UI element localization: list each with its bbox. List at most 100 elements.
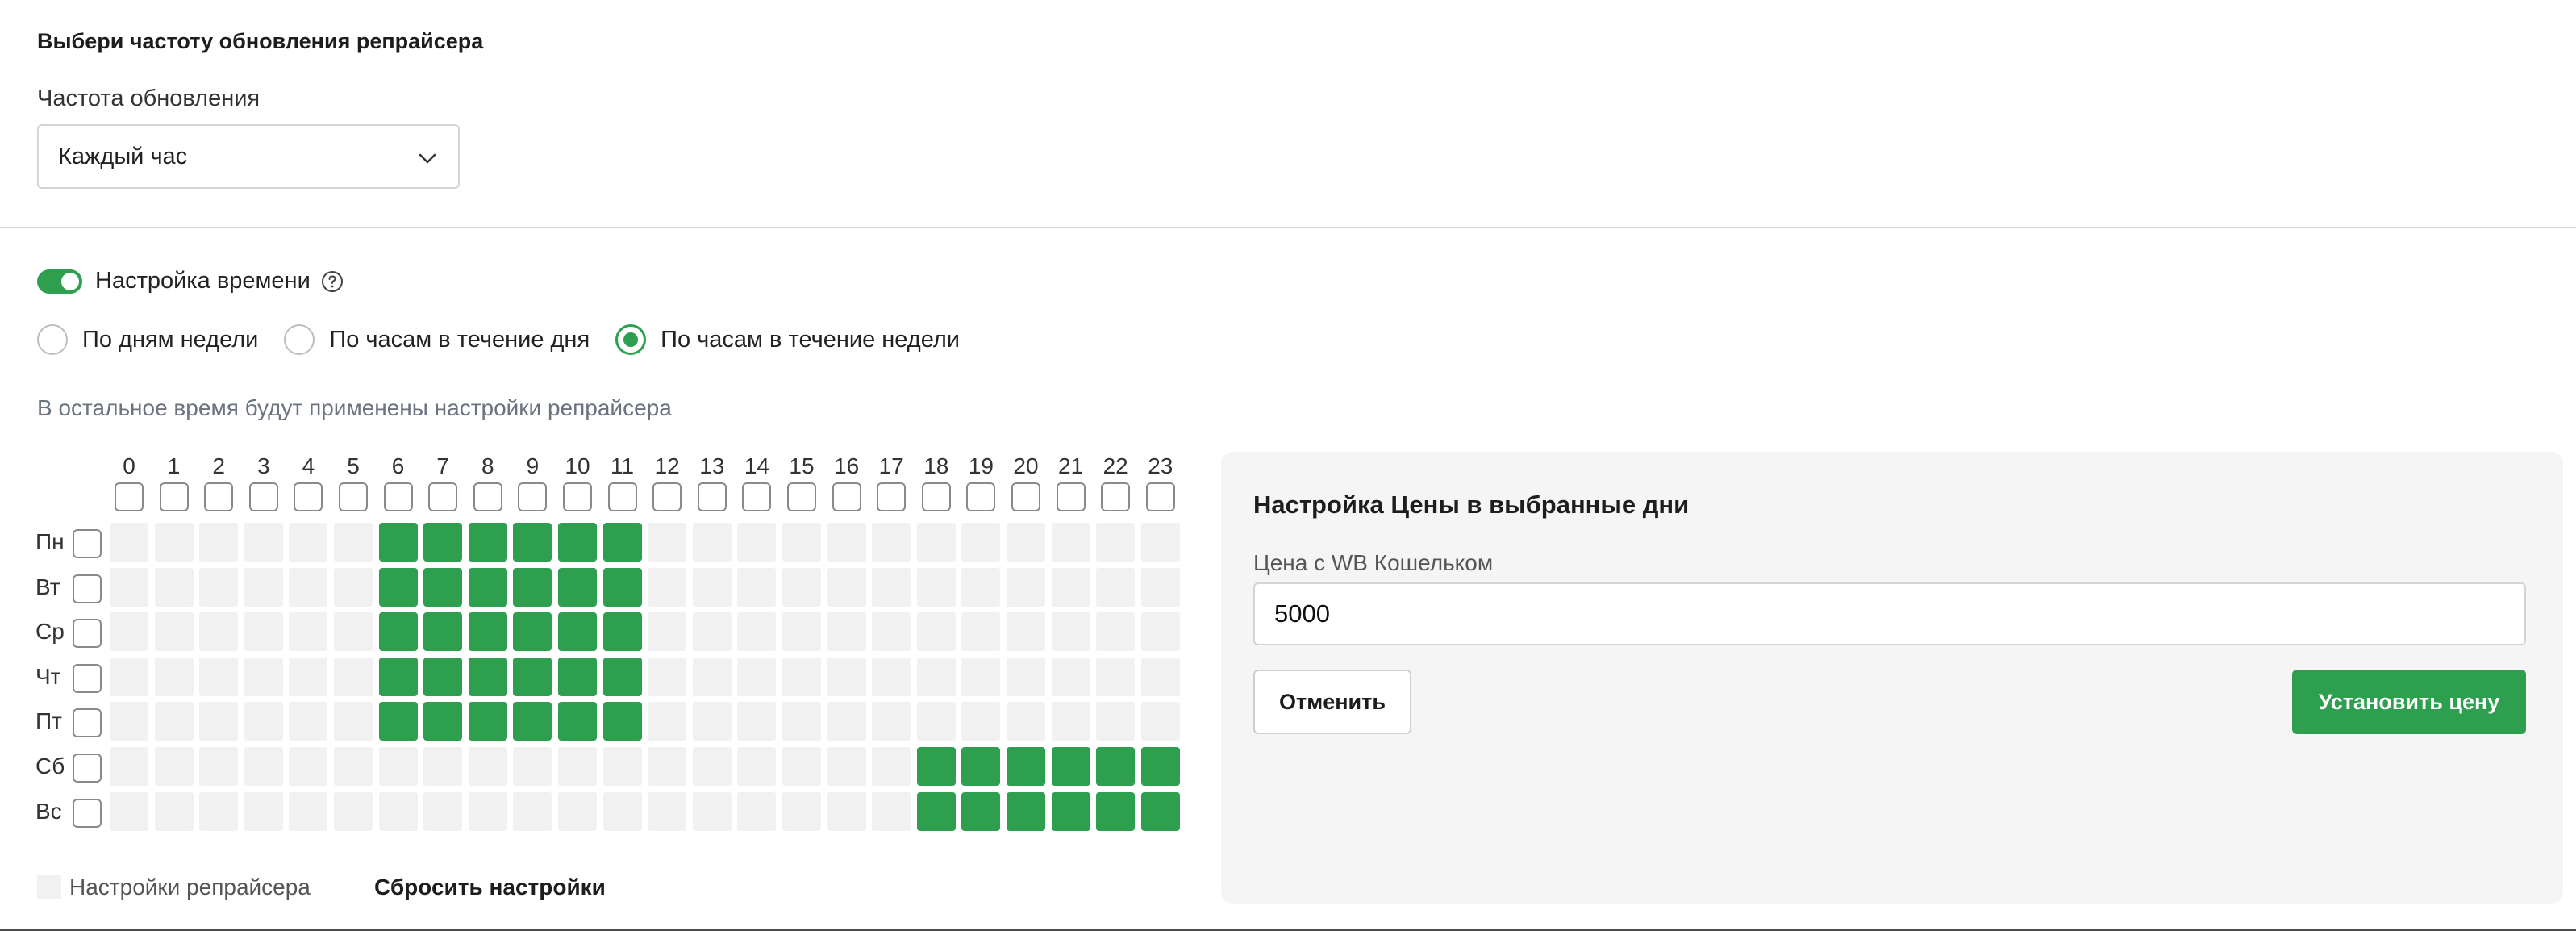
schedule-cell[interactable] [110,657,148,696]
schedule-cell-selected[interactable] [423,702,463,741]
schedule-cell[interactable] [648,567,687,607]
schedule-cell-selected[interactable] [423,612,463,652]
day-row-checkbox[interactable] [73,619,102,649]
hour-column-checkbox[interactable] [1056,482,1086,511]
hour-column-checkbox[interactable] [383,482,413,511]
schedule-cell[interactable] [154,657,194,696]
schedule-cell[interactable] [782,702,821,741]
schedule-cell[interactable] [872,702,911,741]
hour-column-checkbox[interactable] [248,482,278,511]
schedule-cell[interactable] [154,523,194,562]
hour-column-checkbox[interactable] [607,482,637,511]
schedule-cell[interactable] [513,791,552,831]
schedule-cell[interactable] [244,567,283,607]
schedule-cell-selected[interactable] [513,702,552,741]
schedule-cell[interactable] [737,791,777,831]
schedule-cell[interactable] [961,567,1001,607]
schedule-cell[interactable] [1007,657,1045,696]
schedule-cell[interactable] [827,612,866,652]
schedule-cell[interactable] [602,747,642,786]
schedule-cell[interactable] [468,791,507,831]
schedule-cell-selected[interactable] [916,747,956,786]
radio-button[interactable] [284,324,315,355]
schedule-cell-selected[interactable] [602,567,642,607]
mode-by-hours-week[interactable]: По часам в течение недели [615,324,960,355]
schedule-cell[interactable] [110,612,148,652]
schedule-cell[interactable] [648,657,687,696]
schedule-cell[interactable] [1096,567,1136,607]
schedule-cell[interactable] [1051,702,1090,741]
schedule-cell[interactable] [648,791,687,831]
hour-column-checkbox[interactable] [1145,482,1175,511]
schedule-cell[interactable] [1007,702,1045,741]
schedule-cell[interactable] [334,657,373,696]
schedule-cell[interactable] [872,791,911,831]
schedule-cell[interactable] [1140,612,1180,652]
schedule-cell[interactable] [289,702,328,741]
schedule-cell-selected[interactable] [602,657,642,696]
schedule-cell[interactable] [916,612,956,652]
schedule-cell[interactable] [1007,523,1045,562]
hour-column-checkbox[interactable] [1011,482,1040,511]
day-row-checkbox[interactable] [73,798,102,828]
schedule-cell[interactable] [1096,612,1136,652]
schedule-cell[interactable] [423,791,463,831]
schedule-cell-selected[interactable] [1096,791,1136,831]
hour-column-checkbox[interactable] [159,482,189,511]
schedule-cell[interactable] [827,702,866,741]
schedule-cell-selected[interactable] [468,702,507,741]
schedule-cell[interactable] [692,747,732,786]
day-row-checkbox[interactable] [73,708,102,738]
schedule-cell[interactable] [961,657,1001,696]
schedule-cell[interactable] [961,523,1001,562]
schedule-cell[interactable] [872,657,911,696]
schedule-cell-selected[interactable] [558,567,597,607]
schedule-cell[interactable] [782,612,821,652]
day-row-checkbox[interactable] [73,754,102,783]
question-circle-icon[interactable] [320,269,344,294]
schedule-cell[interactable] [154,567,194,607]
schedule-cell[interactable] [648,747,687,786]
schedule-cell[interactable] [513,747,552,786]
schedule-cell[interactable] [1007,612,1045,652]
schedule-cell[interactable] [1096,657,1136,696]
schedule-cell[interactable] [199,702,239,741]
schedule-cell[interactable] [154,702,194,741]
schedule-cell[interactable] [244,702,283,741]
schedule-cell-selected[interactable] [513,612,552,652]
schedule-cell[interactable] [244,523,283,562]
schedule-cell-selected[interactable] [513,657,552,696]
schedule-cell-selected[interactable] [602,612,642,652]
schedule-cell[interactable] [244,747,283,786]
schedule-cell-selected[interactable] [1140,747,1180,786]
hour-column-checkbox[interactable] [652,482,682,511]
time-settings-toggle[interactable] [37,269,82,294]
schedule-cell[interactable] [648,523,687,562]
schedule-cell[interactable] [1051,523,1090,562]
hour-column-checkbox[interactable] [428,482,458,511]
hour-column-checkbox[interactable] [518,482,548,511]
hour-column-checkbox[interactable] [1101,482,1131,511]
schedule-cell-selected[interactable] [378,612,418,652]
schedule-cell-selected[interactable] [558,523,597,562]
schedule-cell[interactable] [334,791,373,831]
mode-by-weekdays[interactable]: По дням недели [37,324,258,355]
schedule-cell[interactable] [782,657,821,696]
schedule-cell[interactable] [782,567,821,607]
schedule-cell[interactable] [737,657,777,696]
schedule-cell[interactable] [916,657,956,696]
schedule-cell[interactable] [737,567,777,607]
schedule-cell-selected[interactable] [423,567,463,607]
schedule-cell-selected[interactable] [468,523,507,562]
schedule-cell-selected[interactable] [1051,747,1090,786]
schedule-cell[interactable] [334,612,373,652]
schedule-cell[interactable] [289,747,328,786]
schedule-cell[interactable] [199,567,239,607]
schedule-cell[interactable] [1140,523,1180,562]
schedule-cell[interactable] [558,791,597,831]
schedule-cell[interactable] [648,612,687,652]
schedule-cell[interactable] [1140,567,1180,607]
schedule-cell[interactable] [827,747,866,786]
schedule-cell[interactable] [827,567,866,607]
schedule-cell[interactable] [334,523,373,562]
